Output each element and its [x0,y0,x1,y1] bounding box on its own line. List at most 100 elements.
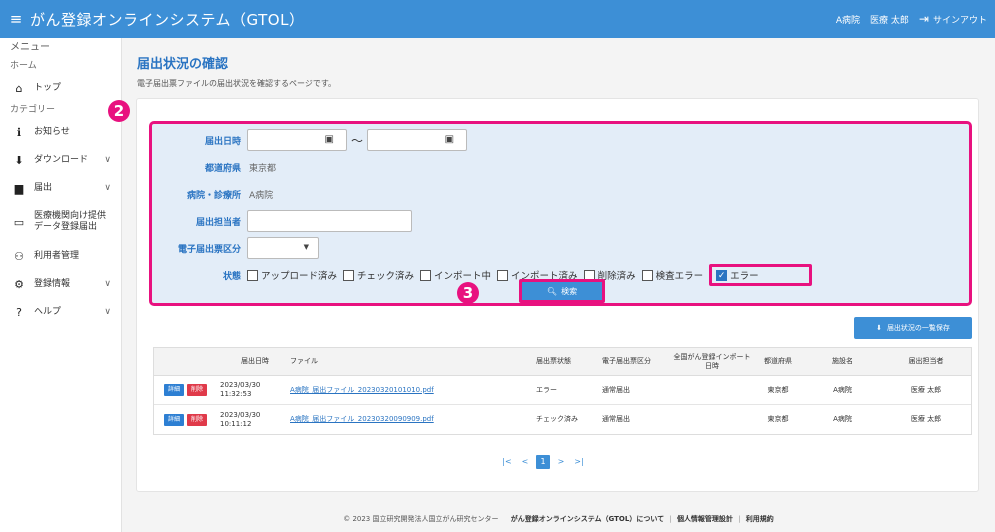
content-card: 届出日時 ▣ ～ ▣ 都道府県 東京都 病院・診療所 A病院 届出担当者 電子届… [136,98,979,492]
row-status: 状態 アップロード済み チェック済み インポート中 インポート済み 削除済み 検… [152,264,818,286]
footer-link-about[interactable]: がん登録オンラインシステム（GTOL）について [511,515,664,523]
status-checkbox-importing[interactable]: インポート中 [420,268,491,282]
sidebar-item-label: トップ [34,82,62,93]
download-icon: ⬇ [876,324,882,332]
status-checkbox-error[interactable]: ✓ エラー [709,264,812,286]
checkbox-checked-icon: ✓ [716,269,728,281]
app-title: がん登録オンラインシステム（GTOL） [30,10,305,29]
header-status: 届出票状態 [536,357,571,365]
table-header: 届出日時 ファイル 届出票状態 電子届出票区分 全国がん登録インポート日時 都道… [154,348,971,376]
reporter-input[interactable] [247,210,412,232]
cell-facility: A病院 [833,385,852,394]
search-button[interactable]: 🔍︎ 検索 [522,282,602,300]
checkbox-box [343,269,355,281]
pager-prev[interactable]: < [518,455,532,469]
footer-copyright: © 2023 国立研究開発法人国立がん研究センター [343,515,499,523]
sidebar-item-news[interactable]: ℹ お知らせ [0,118,121,146]
status-checkbox-checked[interactable]: チェック済み [343,268,414,282]
table-row: 詳細 削除 2023/03/30 11:32:53 A病院_届出ファイル_202… [154,376,971,405]
checkbox-box [247,269,258,281]
pager-first[interactable]: |< [500,455,514,469]
hospital-label: 病院・診療所 [186,190,241,201]
footer-link-privacy[interactable]: 個人情報管理設計 [677,515,733,523]
reporter-label: 届出担当者 [195,217,241,228]
header-reporter: 届出担当者 [908,357,944,365]
search-icon: 🔍︎ [546,286,558,296]
cell-pref: 東京都 [767,415,789,423]
cell-status: エラー [536,385,557,394]
cell-file: A病院_届出ファイル_20230320090909.pdf [290,415,536,424]
file-link[interactable]: A病院_届出ファイル_20230320090909.pdf [290,415,434,423]
sidebar-item-label: ヘルプ [34,306,62,317]
save-list-button[interactable]: ⬇ 届出状況の一覧保存 [854,317,972,339]
detail-button[interactable]: 詳細 [164,384,184,396]
detail-button[interactable]: 詳細 [164,413,184,426]
hamburger-menu-icon[interactable]: ≡ [2,10,30,28]
sidebar-item-user-management[interactable]: ⚇ 利用者管理 [0,242,121,270]
cell-pref: 東京都 [767,385,789,394]
footer-link-terms[interactable]: 利用規約 [746,515,774,523]
row-prefecture: 都道府県 東京都 [152,156,276,178]
date-from-input[interactable]: ▣ [247,129,347,151]
checkbox-label: インポート中 [434,271,492,282]
user-hospital: A病院 [835,15,861,26]
header-date: 届出日時 [241,357,269,365]
pref-label: 都道府県 [204,163,241,174]
row-hospital: 病院・診療所 A病院 [152,183,273,205]
sidebar-item-label: お知らせ [34,126,70,137]
status-checkbox-inspection-error[interactable]: 検査エラー [641,268,704,282]
cell-reporter: 医療 太郎 [910,415,942,423]
search-button-label: 検索 [561,286,578,296]
cell-reporter: 医療 太郎 [910,385,942,394]
footer-separator: | [669,515,672,523]
date-label: 届出日時 [204,136,241,147]
kind-label: 電子届出票区分 [177,244,241,255]
sidebar-item-report[interactable]: ▆ 届出 ∨ [0,174,121,202]
delete-button[interactable]: 削除 [187,413,207,426]
report-kind-select[interactable]: ▼ [247,237,319,259]
file-link[interactable]: A病院_届出ファイル_20230320101010.pdf [290,386,434,394]
user-name: 医療 太郎 [870,15,909,26]
annotation-badge-2: 2 [108,100,130,122]
status-checkbox-uploaded[interactable]: アップロード済み [247,268,337,282]
hospital-value: A病院 [249,190,274,201]
footer-separator: | [738,515,741,523]
cell-date-time: 11:32:53 [220,390,252,398]
cell-date-day: 2023/03/30 [220,410,261,419]
pager-last[interactable]: >| [572,455,586,469]
cell-file: A病院_届出ファイル_20230320101010.pdf [290,386,536,395]
sidebar-item-registration-info[interactable]: ⚙ 登録情報 ∨ [0,270,121,298]
file-icon: ▆ [14,181,24,195]
date-to-input[interactable]: ▣ [367,129,468,151]
sidebar-item-top[interactable]: ⌂ トップ [0,74,121,102]
pager-current-page[interactable]: 1 [536,455,550,469]
sidebar-section-category: カテゴリー [10,105,56,115]
save-list-label: 届出状況の一覧保存 [886,324,950,332]
cell-facility: A病院 [833,415,852,423]
sidebar-item-medical-data[interactable]: ▭ 医療機関向け提供データ登録届出 [0,202,121,242]
sidebar-item-download[interactable]: ⬇ ダウンロード ∨ [0,146,121,174]
pref-value: 東京都 [249,163,277,174]
sidebar-section-home: ホーム [10,61,37,71]
status-label: 状態 [222,271,241,282]
chevron-down-icon: ∨ [104,279,111,289]
footer: © 2023 国立研究開発法人国立がん研究センター がん登録オンラインシステム（… [122,514,995,524]
sidebar-item-help[interactable]: ? ヘルプ ∨ [0,298,121,326]
header-imported: 全国がん登録インポート日時 [673,352,751,370]
cell-date: 2023/03/30 11:32:53 [220,381,290,399]
signout-button[interactable]: ⇥ サインアウト [919,12,987,26]
table-row: 詳細 削除 2023/03/30 10:11:12 A病院_届出ファイル_202… [154,405,971,434]
sidebar-item-label: 医療機関向け提供データ登録届出 [34,211,107,232]
pager-next[interactable]: > [554,455,568,469]
checkbox-label: 検査エラー [655,271,704,282]
cell-status: チェック済み [536,415,578,423]
checkbox-label: チェック済み [357,271,415,282]
row-report-date: 届出日時 ▣ ～ ▣ [152,129,468,151]
sidebar-item-label: 届出 [34,182,53,193]
row-actions: 詳細 削除 [154,384,220,396]
pagination: |< < 1 > >| [500,455,586,469]
delete-button[interactable]: 削除 [187,384,207,396]
calendar-icon: ▣ [444,134,455,145]
dropdown-caret-icon: ▼ [303,243,309,251]
search-button-highlight: 🔍︎ 検索 [519,279,605,303]
